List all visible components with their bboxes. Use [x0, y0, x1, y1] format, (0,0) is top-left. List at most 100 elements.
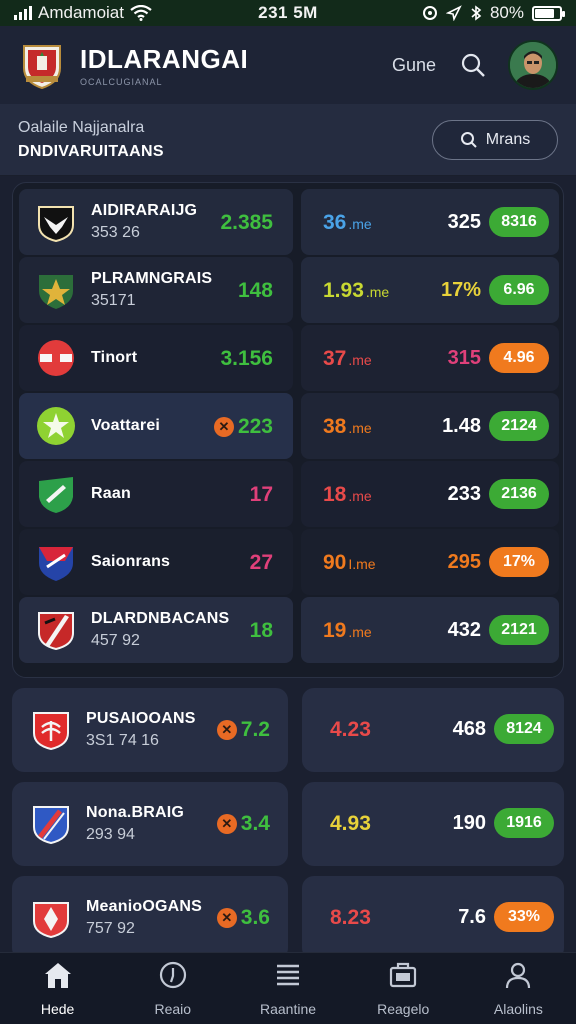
game-menu-link[interactable]: Gune — [392, 55, 436, 76]
filter-search-button[interactable]: Mrans — [432, 119, 558, 160]
odds-primary: 1.93 .me — [323, 279, 389, 303]
team-score: ✕ 3.6 — [216, 906, 270, 930]
odds-primary: 90 I.me — [323, 551, 376, 575]
match-odds-cell[interactable]: 37 .me 315 4.96 — [301, 325, 559, 391]
tab-label: Alaolins — [493, 1001, 543, 1017]
signal-icon — [14, 6, 32, 20]
odds-primary: 4.93 — [330, 812, 371, 835]
match-card[interactable]: MeanioOGANS 757 92 ✕ 3.6 8.23 7.6 33% — [12, 876, 564, 960]
user-avatar[interactable] — [508, 40, 558, 90]
odds-pill-button[interactable]: 33% — [494, 902, 554, 932]
score-value: 3.156 — [220, 347, 273, 370]
app-subtitle: OCALCUGIANAL — [80, 76, 163, 87]
match-row[interactable]: Voattarei ✕ 223 38 .me 1.48 2124 — [13, 393, 563, 461]
odds-pill-button[interactable]: 2136 — [489, 479, 549, 509]
odds-pill-button[interactable]: 8316 — [489, 207, 549, 237]
match-odds-cell[interactable]: 36 .me 325 8316 — [301, 189, 559, 255]
match-odds-cell[interactable]: 38 .me 1.48 2124 — [301, 393, 559, 459]
tab-label: Reagelo — [377, 1001, 430, 1017]
green-arrow-icon — [35, 473, 77, 515]
match-odds-cell[interactable]: 4.23 468 8124 — [302, 688, 564, 772]
score-value: 2.385 — [220, 211, 273, 234]
match-team-cell[interactable]: Voattarei ✕ 223 — [19, 393, 293, 459]
odds-primary-value: 36 — [323, 211, 347, 234]
status-bar: Amdamoiat 231 5M 80% — [0, 0, 576, 26]
odds-pill-button[interactable]: 2124 — [489, 411, 549, 441]
briefcase-icon — [388, 960, 418, 995]
odds-pill-button[interactable]: 2121 — [489, 615, 549, 645]
odds-unit: .me — [365, 284, 390, 300]
search-icon[interactable] — [460, 52, 486, 78]
match-team-cell[interactable]: Nona.BRAIG 293 94 ✕ 3.4 — [12, 782, 288, 866]
tab-alaolins[interactable]: Alaolins — [461, 953, 576, 1024]
score-value: 3.6 — [240, 906, 270, 929]
matches-panel: AIDIRARAIJG 353 26 2.385 36 .me 325 8316 PLRAMN… — [12, 182, 564, 678]
user-icon — [503, 960, 533, 995]
match-row[interactable]: Raan 17 18 .me 233 2136 — [13, 461, 563, 529]
match-odds-cell[interactable]: 19 .me 432 2121 — [301, 597, 559, 663]
match-team-cell[interactable]: AIDIRARAIJG 353 26 2.385 — [19, 189, 293, 255]
blue-crest-icon — [35, 541, 77, 583]
match-team-cell[interactable]: MeanioOGANS 757 92 ✕ 3.6 — [12, 876, 288, 960]
red-cross-icon — [35, 337, 77, 379]
match-odds-cell[interactable]: 90 I.me 295 17% — [301, 529, 559, 595]
odds-unit: .me — [348, 624, 372, 640]
match-card[interactable]: Nona.BRAIG 293 94 ✕ 3.4 4.93 190 1916 — [12, 782, 564, 866]
match-row[interactable]: PLRAMNGRAIS 35171 148 1.93 .me 17% 6.96 — [13, 257, 563, 325]
odds-pill-button[interactable]: 17% — [489, 547, 549, 577]
team-score: ✕ 3.4 — [216, 812, 270, 836]
match-team-cell[interactable]: Tinort 3.156 — [19, 325, 293, 391]
battery-icon — [532, 5, 565, 21]
match-odds-cell[interactable]: 4.93 190 1916 — [302, 782, 564, 866]
odds-secondary: 1.48 — [442, 415, 481, 437]
odds-primary: 8.23 — [330, 906, 371, 929]
odds-primary-value: 38 — [323, 415, 347, 438]
match-odds-cell[interactable]: 8.23 7.6 33% — [302, 876, 564, 960]
match-odds-cell[interactable]: 1.93 .me 17% 6.96 — [301, 257, 559, 323]
match-team-cell[interactable]: Saionrans 27 — [19, 529, 293, 595]
odds-primary: 36 .me — [323, 211, 372, 235]
green-shield-icon — [35, 269, 77, 311]
odds-pill-button[interactable]: 4.96 — [489, 343, 549, 373]
odds-primary: 38 .me — [323, 415, 372, 439]
odds-secondary: 190 — [452, 812, 486, 834]
match-row[interactable]: Tinort 3.156 37 .me 315 4.96 — [13, 325, 563, 393]
match-team-cell[interactable]: DLARDNBACANS 457 92 18 — [19, 597, 293, 663]
team-score: 17 — [250, 483, 273, 507]
tab-reaio[interactable]: Reaio — [115, 953, 230, 1024]
tab-hede[interactable]: Hede — [0, 953, 115, 1024]
odds-unit: .me — [348, 216, 372, 232]
bottom-tab-bar: Hede Reaio Raantine Reagelo Alaolins — [0, 952, 576, 1024]
match-team-cell[interactable]: PLRAMNGRAIS 35171 148 — [19, 257, 293, 323]
odds-primary-value: 37 — [323, 347, 347, 370]
odds-pill-button[interactable]: 6.96 — [489, 275, 549, 305]
match-row[interactable]: DLARDNBACANS 457 92 18 19 .me 432 2121 — [13, 597, 563, 665]
app-header: IDLARANGAI OCALCUGIANAL Gune — [0, 26, 576, 104]
score-value: 7.2 — [240, 718, 270, 741]
tab-raantine[interactable]: Raantine — [230, 953, 345, 1024]
red-palm-shield-icon — [30, 709, 72, 751]
tab-reagelo[interactable]: Reagelo — [346, 953, 461, 1024]
odds-unit: .me — [348, 352, 372, 368]
wifi-icon — [130, 5, 152, 21]
match-odds-cell[interactable]: 18 .me 233 2136 — [301, 461, 559, 527]
match-card[interactable]: PUSAIOOANS 3S1 74 16 ✕ 7.2 4.23 468 8124 — [12, 688, 564, 772]
lime-star-icon — [35, 405, 77, 447]
odds-pill-button[interactable]: 1916 — [494, 808, 554, 838]
odds-secondary: 432 — [447, 619, 481, 641]
tab-label: Raantine — [259, 1001, 317, 1017]
match-row[interactable]: Saionrans 27 90 I.me 295 17% — [13, 529, 563, 597]
match-team-cell[interactable]: PUSAIOOANS 3S1 74 16 ✕ 7.2 — [12, 688, 288, 772]
search-icon — [460, 131, 477, 148]
match-team-cell[interactable]: Raan 17 — [19, 461, 293, 527]
odds-unit: I.me — [348, 556, 376, 572]
status-time: 231 5M — [258, 3, 318, 22]
odds-unit: .me — [348, 420, 372, 436]
match-row[interactable]: AIDIRARAIJG 353 26 2.385 36 .me 325 8316 — [13, 189, 563, 257]
team-score: 18 — [250, 619, 273, 643]
score-value: 148 — [237, 279, 273, 302]
blue-red-shield-icon — [30, 803, 72, 845]
odds-secondary: 233 — [447, 483, 481, 505]
odds-pill-button[interactable]: 8124 — [494, 714, 554, 744]
odds-primary-value: 90 — [323, 551, 347, 574]
